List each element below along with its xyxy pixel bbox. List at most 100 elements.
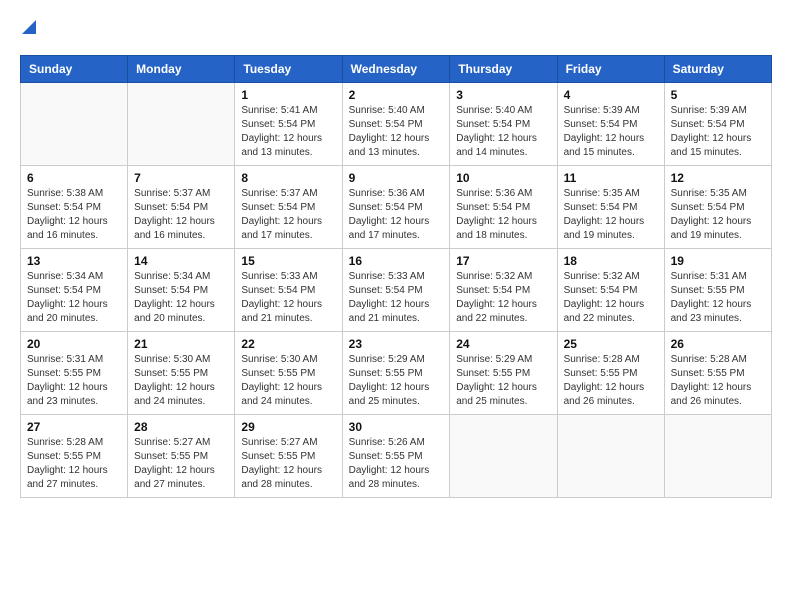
day-number: 15	[241, 254, 335, 268]
calendar-cell: 4 Sunrise: 5:39 AM Sunset: 5:54 PM Daylig…	[557, 83, 664, 166]
calendar-cell: 29 Sunrise: 5:27 AM Sunset: 5:55 PM Dayli…	[235, 415, 342, 498]
weekday-header: Saturday	[664, 56, 771, 83]
calendar-cell	[450, 415, 557, 498]
calendar-cell: 15 Sunrise: 5:33 AM Sunset: 5:54 PM Dayli…	[235, 249, 342, 332]
day-number: 27	[27, 420, 121, 434]
weekday-header: Wednesday	[342, 56, 450, 83]
header	[20, 20, 772, 39]
day-info: Sunrise: 5:40 AM Sunset: 5:54 PM Dayligh…	[456, 104, 550, 160]
day-info: Sunrise: 5:28 AM Sunset: 5:55 PM Dayligh…	[564, 353, 658, 409]
calendar-cell: 5Sunrise: 5:39 AM Sunset: 5:54 PM Daylig…	[664, 83, 771, 166]
day-number: 22	[241, 337, 335, 351]
day-info: Sunrise: 5:29 AM Sunset: 5:55 PM Dayligh…	[349, 353, 444, 409]
day-info: Sunrise: 5:28 AM Sunset: 5:55 PM Dayligh…	[27, 436, 121, 492]
day-info: Sunrise: 5:37 AM Sunset: 5:54 PM Dayligh…	[241, 187, 335, 243]
calendar-cell: 21Sunrise: 5:30 AM Sunset: 5:55 PM Dayli…	[128, 332, 235, 415]
calendar-table: SundayMondayTuesdayWednesdayThursdayFrid…	[20, 55, 772, 498]
calendar-week-row: 1Sunrise: 5:41 AM Sunset: 5:54 PM Daylig…	[21, 83, 772, 166]
day-number: 6	[27, 171, 121, 185]
day-number: 23	[349, 337, 444, 351]
day-number: 10	[456, 171, 550, 185]
calendar-cell: 7 Sunrise: 5:37 AM Sunset: 5:54 PM Daylig…	[128, 166, 235, 249]
calendar-cell: 9 Sunrise: 5:36 AM Sunset: 5:54 PM Daylig…	[342, 166, 450, 249]
calendar-cell: 23 Sunrise: 5:29 AM Sunset: 5:55 PM Dayli…	[342, 332, 450, 415]
day-number: 9	[349, 171, 444, 185]
day-number: 18	[564, 254, 658, 268]
weekday-header: Monday	[128, 56, 235, 83]
day-number: 11	[564, 171, 658, 185]
calendar-week-row: 27 Sunrise: 5:28 AM Sunset: 5:55 PM Dayli…	[21, 415, 772, 498]
day-info: Sunrise: 5:32 AM Sunset: 5:54 PM Dayligh…	[456, 270, 550, 326]
day-number: 17	[456, 254, 550, 268]
calendar-cell: 27 Sunrise: 5:28 AM Sunset: 5:55 PM Dayli…	[21, 415, 128, 498]
calendar-cell: 11 Sunrise: 5:35 AM Sunset: 5:54 PM Dayli…	[557, 166, 664, 249]
calendar-week-row: 6 Sunrise: 5:38 AM Sunset: 5:54 PM Daylig…	[21, 166, 772, 249]
calendar-cell	[664, 415, 771, 498]
calendar-cell	[21, 83, 128, 166]
day-number: 12	[671, 171, 765, 185]
day-number: 1	[241, 88, 335, 102]
day-number: 20	[27, 337, 121, 351]
day-info: Sunrise: 5:34 AM Sunset: 5:54 PM Dayligh…	[27, 270, 121, 326]
calendar-cell: 13 Sunrise: 5:34 AM Sunset: 5:54 PM Dayli…	[21, 249, 128, 332]
day-number: 29	[241, 420, 335, 434]
day-info: Sunrise: 5:30 AM Sunset: 5:55 PM Dayligh…	[241, 353, 335, 409]
logo-icon	[22, 20, 36, 39]
day-number: 7	[134, 171, 228, 185]
day-number: 25	[564, 337, 658, 351]
day-info: Sunrise: 5:26 AM Sunset: 5:55 PM Dayligh…	[349, 436, 444, 492]
day-info: Sunrise: 5:33 AM Sunset: 5:54 PM Dayligh…	[349, 270, 444, 326]
calendar-cell: 25 Sunrise: 5:28 AM Sunset: 5:55 PM Dayli…	[557, 332, 664, 415]
day-number: 4	[564, 88, 658, 102]
day-info: Sunrise: 5:38 AM Sunset: 5:54 PM Dayligh…	[27, 187, 121, 243]
day-info: Sunrise: 5:27 AM Sunset: 5:55 PM Dayligh…	[241, 436, 335, 492]
day-number: 28	[134, 420, 228, 434]
weekday-header: Friday	[557, 56, 664, 83]
day-info: Sunrise: 5:33 AM Sunset: 5:54 PM Dayligh…	[241, 270, 335, 326]
calendar-cell: 19 Sunrise: 5:31 AM Sunset: 5:55 PM Dayli…	[664, 249, 771, 332]
calendar-cell: 1Sunrise: 5:41 AM Sunset: 5:54 PM Daylig…	[235, 83, 342, 166]
calendar-cell: 14 Sunrise: 5:34 AM Sunset: 5:54 PM Dayli…	[128, 249, 235, 332]
weekday-header: Tuesday	[235, 56, 342, 83]
calendar-cell: 20Sunrise: 5:31 AM Sunset: 5:55 PM Dayli…	[21, 332, 128, 415]
calendar-cell: 6 Sunrise: 5:38 AM Sunset: 5:54 PM Daylig…	[21, 166, 128, 249]
day-info: Sunrise: 5:28 AM Sunset: 5:55 PM Dayligh…	[671, 353, 765, 409]
day-number: 19	[671, 254, 765, 268]
calendar-cell: 18 Sunrise: 5:32 AM Sunset: 5:54 PM Dayli…	[557, 249, 664, 332]
day-info: Sunrise: 5:39 AM Sunset: 5:54 PM Dayligh…	[564, 104, 658, 160]
day-number: 24	[456, 337, 550, 351]
day-number: 16	[349, 254, 444, 268]
day-number: 3	[456, 88, 550, 102]
day-info: Sunrise: 5:36 AM Sunset: 5:54 PM Dayligh…	[349, 187, 444, 243]
day-info: Sunrise: 5:31 AM Sunset: 5:55 PM Dayligh…	[671, 270, 765, 326]
calendar-cell: 16 Sunrise: 5:33 AM Sunset: 5:54 PM Dayli…	[342, 249, 450, 332]
calendar-cell: 2 Sunrise: 5:40 AM Sunset: 5:54 PM Daylig…	[342, 83, 450, 166]
day-number: 13	[27, 254, 121, 268]
calendar-cell: 8 Sunrise: 5:37 AM Sunset: 5:54 PM Daylig…	[235, 166, 342, 249]
calendar-week-row: 20Sunrise: 5:31 AM Sunset: 5:55 PM Dayli…	[21, 332, 772, 415]
calendar-cell: 12Sunrise: 5:35 AM Sunset: 5:54 PM Dayli…	[664, 166, 771, 249]
day-number: 2	[349, 88, 444, 102]
weekday-header-row: SundayMondayTuesdayWednesdayThursdayFrid…	[21, 56, 772, 83]
logo	[20, 20, 36, 39]
day-info: Sunrise: 5:32 AM Sunset: 5:54 PM Dayligh…	[564, 270, 658, 326]
day-info: Sunrise: 5:39 AM Sunset: 5:54 PM Dayligh…	[671, 104, 765, 160]
calendar-cell: 30 Sunrise: 5:26 AM Sunset: 5:55 PM Dayli…	[342, 415, 450, 498]
day-info: Sunrise: 5:40 AM Sunset: 5:54 PM Dayligh…	[349, 104, 444, 160]
day-info: Sunrise: 5:35 AM Sunset: 5:54 PM Dayligh…	[564, 187, 658, 243]
day-info: Sunrise: 5:27 AM Sunset: 5:55 PM Dayligh…	[134, 436, 228, 492]
day-number: 8	[241, 171, 335, 185]
weekday-header: Sunday	[21, 56, 128, 83]
day-info: Sunrise: 5:29 AM Sunset: 5:55 PM Dayligh…	[456, 353, 550, 409]
day-number: 30	[349, 420, 444, 434]
day-info: Sunrise: 5:37 AM Sunset: 5:54 PM Dayligh…	[134, 187, 228, 243]
day-info: Sunrise: 5:36 AM Sunset: 5:54 PM Dayligh…	[456, 187, 550, 243]
calendar-cell: 24 Sunrise: 5:29 AM Sunset: 5:55 PM Dayli…	[450, 332, 557, 415]
day-number: 14	[134, 254, 228, 268]
day-info: Sunrise: 5:34 AM Sunset: 5:54 PM Dayligh…	[134, 270, 228, 326]
calendar-cell	[128, 83, 235, 166]
calendar-cell: 28 Sunrise: 5:27 AM Sunset: 5:55 PM Dayli…	[128, 415, 235, 498]
calendar-cell: 3 Sunrise: 5:40 AM Sunset: 5:54 PM Daylig…	[450, 83, 557, 166]
day-number: 26	[671, 337, 765, 351]
weekday-header: Thursday	[450, 56, 557, 83]
